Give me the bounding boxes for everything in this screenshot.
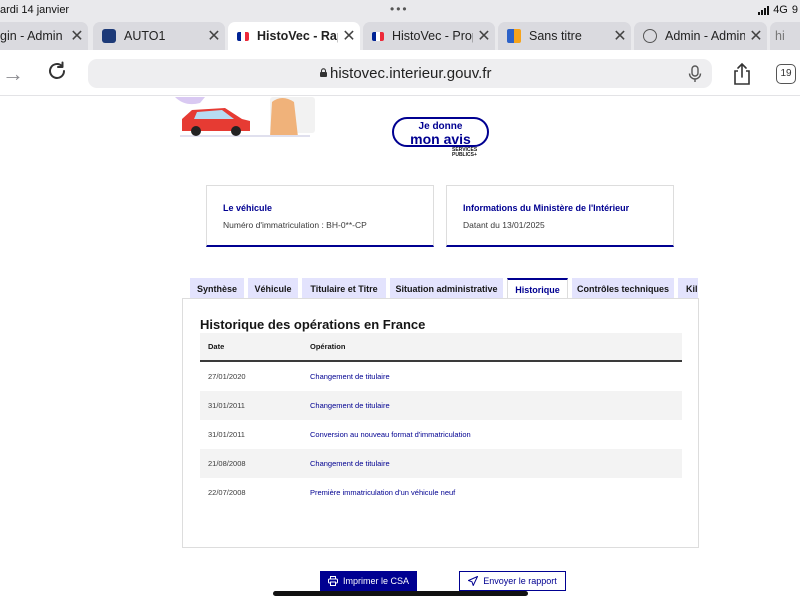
browser-tab-strip: gin - Admin C ✕ AUTO1 ✕ HistoVec - Rap ✕… xyxy=(0,20,800,50)
report-tabs: Synthèse Véhicule Titulaire et Titre Sit… xyxy=(190,278,698,299)
french-flag-icon xyxy=(237,31,249,41)
table-row: 21/08/2008 Changement de titulaire xyxy=(200,449,682,478)
operations-table: Date Opération 27/01/2020 Changement de … xyxy=(200,333,682,507)
print-csa-button[interactable]: Imprimer le CSA xyxy=(320,571,417,591)
status-date: ardi 14 janvier xyxy=(0,4,70,16)
close-icon[interactable]: ✕ xyxy=(609,26,631,46)
tab-historique[interactable]: Historique xyxy=(507,278,568,299)
tab-title: AUTO1 xyxy=(124,29,166,43)
tab-title: HistoVec - Rap xyxy=(257,29,338,43)
table-row: 27/01/2020 Changement de titulaire xyxy=(200,362,682,391)
url-field[interactable]: histovec.interieur.gouv.fr xyxy=(88,59,712,88)
browser-tab-sans-titre[interactable]: Sans titre ✕ xyxy=(498,22,631,50)
feedback-badge[interactable]: Je donne mon avis SERVICES PUBLICS+ xyxy=(390,117,490,177)
registration-number: Numéro d'immatriculation : BH-0**-CP xyxy=(223,220,367,230)
table-row: 31/01/2011 Conversion au nouveau format … xyxy=(200,420,682,449)
row-date: 31/01/2011 xyxy=(208,401,245,410)
tab-title: HistoVec - Prop xyxy=(392,29,473,43)
battery-level: 9 xyxy=(791,4,798,16)
vehicle-card: Le véhicule Numéro d'immatriculation : B… xyxy=(206,185,434,247)
microphone-icon[interactable] xyxy=(688,65,702,83)
column-date: Date xyxy=(208,342,225,351)
browser-tab-histovec-rapport[interactable]: HistoVec - Rap ✕ xyxy=(228,22,360,50)
tab-controles-techniques[interactable]: Contrôles techniques xyxy=(572,278,674,299)
browser-tab-auto1[interactable]: AUTO1 ✕ xyxy=(93,22,225,50)
tab-title: Admin - Admin xyxy=(665,29,745,43)
browser-tab-partial[interactable]: hi xyxy=(770,22,800,50)
share-icon[interactable] xyxy=(730,62,754,86)
tab-vehicule[interactable]: Véhicule xyxy=(248,278,298,299)
address-toolbar: → histovec.interieur.gouv.fr 19 xyxy=(0,50,800,96)
row-date: 21/08/2008 xyxy=(208,459,246,468)
french-flag-icon xyxy=(372,31,384,41)
status-indicators: 4G 9 xyxy=(758,4,798,16)
browser-tab-admin[interactable]: Admin - Admin ✕ xyxy=(634,22,767,50)
send-icon xyxy=(468,576,479,586)
lock-icon xyxy=(320,68,327,77)
tab-kilometrage[interactable]: Kil xyxy=(678,278,698,299)
row-operation: Conversion au nouveau format d'immatricu… xyxy=(310,430,471,439)
signal-icon xyxy=(758,5,770,15)
tab-title: hi xyxy=(775,29,785,43)
feedback-line2: mon avis xyxy=(410,131,471,147)
row-operation: Changement de titulaire xyxy=(310,459,390,468)
feedback-pill[interactable]: Je donne mon avis xyxy=(392,117,489,147)
reload-icon[interactable] xyxy=(45,59,69,83)
row-operation: Changement de titulaire xyxy=(310,372,390,381)
column-operation: Opération xyxy=(310,342,346,351)
history-panel: Historique des opérations en France Date… xyxy=(182,298,699,548)
multitasking-dots-icon[interactable]: ••• xyxy=(390,2,409,16)
tab-title: gin - Admin C xyxy=(0,29,66,43)
send-report-button[interactable]: Envoyer le rapport xyxy=(459,571,566,591)
tab-titulaire[interactable]: Titulaire et Titre xyxy=(302,278,386,299)
table-header: Date Opération xyxy=(200,333,682,362)
url-text: histovec.interieur.gouv.fr xyxy=(330,65,492,82)
close-icon[interactable]: ✕ xyxy=(473,26,495,46)
services-publics-logo: SERVICES PUBLICS+ xyxy=(452,147,478,158)
history-title: Historique des opérations en France xyxy=(200,317,426,332)
row-date: 27/01/2020 xyxy=(208,372,246,381)
browser-tab-histovec-propose[interactable]: HistoVec - Prop ✕ xyxy=(363,22,495,50)
ministry-card: Informations du Ministère de l'Intérieur… xyxy=(446,185,674,247)
histovec-page: Je donne mon avis SERVICES PUBLICS+ Le v… xyxy=(0,97,800,600)
row-date: 22/07/2008 xyxy=(208,488,246,497)
orange-favicon-icon xyxy=(507,29,521,43)
row-date: 31/01/2011 xyxy=(208,430,245,439)
browser-tab-admin-c[interactable]: gin - Admin C ✕ xyxy=(0,22,88,50)
auto1-favicon-icon xyxy=(102,29,116,43)
ministry-card-title: Informations du Ministère de l'Intérieur xyxy=(463,203,630,213)
close-icon[interactable]: ✕ xyxy=(745,26,767,46)
report-date: Datant du 13/01/2025 xyxy=(463,220,545,230)
row-operation: Première immatriculation d'un véhicule n… xyxy=(310,488,456,497)
globe-icon xyxy=(643,29,657,43)
printer-icon xyxy=(327,576,338,586)
tab-count-button[interactable]: 19 xyxy=(776,64,796,84)
tab-synthese[interactable]: Synthèse xyxy=(190,278,244,299)
table-row: 31/01/2011 Changement de titulaire xyxy=(200,391,682,420)
row-operation: Changement de titulaire xyxy=(310,401,390,410)
vehicle-card-title: Le véhicule xyxy=(223,203,273,213)
home-indicator[interactable] xyxy=(273,591,528,596)
close-icon[interactable]: ✕ xyxy=(338,26,360,46)
close-icon[interactable]: ✕ xyxy=(66,26,88,46)
tab-situation-administrative[interactable]: Situation administrative xyxy=(390,278,503,299)
network-type: 4G xyxy=(773,4,788,16)
car-illustration-icon xyxy=(175,97,315,137)
send-label: Envoyer le rapport xyxy=(483,576,557,586)
table-row: 22/07/2008 Première immatriculation d'un… xyxy=(200,478,682,507)
forward-arrow-icon[interactable]: → xyxy=(2,61,24,87)
print-label: Imprimer le CSA xyxy=(342,576,409,586)
status-bar: ardi 14 janvier ••• 4G 9 xyxy=(0,0,800,20)
tab-title: Sans titre xyxy=(529,29,582,43)
close-icon[interactable]: ✕ xyxy=(203,26,225,46)
